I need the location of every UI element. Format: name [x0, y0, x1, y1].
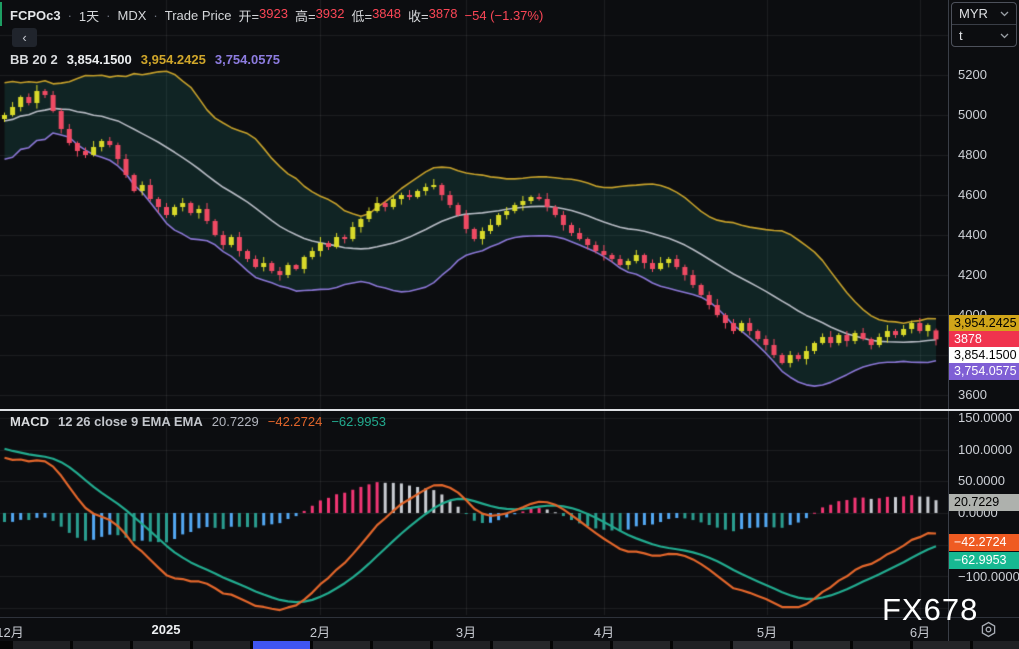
ohlc-high: 高= 3932 — [294, 6, 345, 24]
trading-chart-app: FCPOc3 · 1天 · MDX · Trade Price 开= 3923 高… — [0, 0, 1019, 649]
separator-dot: · — [106, 8, 111, 23]
bb-upper-tag: 3,954.2425 — [949, 315, 1019, 332]
fx678-watermark: FX678 — [882, 592, 979, 627]
series-type-label: Trade Price — [164, 8, 232, 23]
taskbar-segment[interactable] — [133, 641, 190, 649]
axis-tick-label: 5000 — [958, 107, 987, 122]
time-axis-label: 3月 — [455, 625, 477, 640]
pane-separator[interactable] — [0, 409, 1019, 411]
macd-hist-tag: 20.7229 — [949, 494, 1019, 511]
taskbar-segment[interactable] — [553, 641, 610, 649]
axis-settings-gear-icon[interactable] — [980, 621, 997, 638]
macd-hist-value: 20.7229 — [211, 414, 259, 429]
macd-signal-tag: −62.9953 — [949, 552, 1019, 569]
bottom-edge-strip — [0, 641, 1019, 649]
taskbar-segment[interactable] — [493, 641, 550, 649]
axis-unit-widget: MYR t — [951, 2, 1017, 47]
taskbar-segment[interactable] — [13, 641, 70, 649]
taskbar-segment[interactable] — [913, 641, 970, 649]
change-value: −54 (−1.37%) — [464, 8, 544, 23]
axis-tick-label: 4400 — [958, 227, 987, 242]
macd-label[interactable]: MACD — [10, 414, 49, 429]
taskbar-segment[interactable] — [373, 641, 430, 649]
taskbar-segment[interactable] — [613, 641, 670, 649]
chevron-down-icon — [1000, 11, 1009, 16]
macd-line-tag: −42.2724 — [949, 534, 1019, 551]
symbol-legend: FCPOc3 · 1天 · MDX · Trade Price 开= 3923 高… — [10, 6, 543, 25]
back-button[interactable]: ‹ — [12, 28, 37, 47]
axis-tick-label: 5200 — [958, 67, 987, 82]
taskbar-segment[interactable] — [793, 641, 850, 649]
time-axis-label: 4月 — [593, 625, 615, 640]
chart-canvas[interactable] — [0, 0, 948, 617]
taskbar-segment[interactable] — [673, 641, 730, 649]
time-axis[interactable]: 12月20252月3月4月5月6月 — [0, 617, 948, 642]
taskbar-segment[interactable] — [853, 641, 910, 649]
macd-signal-value: −62.9953 — [331, 414, 386, 429]
bb-label[interactable]: BB 20 2 — [10, 52, 58, 67]
axis-tick-label: 100.0000 — [958, 442, 1013, 457]
bb-indicator-legend: BB 20 2 3,854.1500 3,954.2425 3,754.0575 — [10, 52, 280, 67]
macd-line-value: −42.2724 — [267, 414, 323, 429]
time-axis-label: 5月 — [756, 625, 778, 640]
taskbar-segment[interactable] — [433, 641, 490, 649]
bb-lower-tag: 3,754.0575 — [949, 363, 1019, 380]
currency-selector[interactable]: MYR — [952, 3, 1016, 24]
taskbar-segment[interactable] — [733, 641, 790, 649]
ohlc-open: 开= 3923 — [238, 6, 288, 24]
time-axis-label: 12月 — [0, 625, 24, 640]
ohlc-low: 低= 3848 — [351, 6, 401, 24]
bb-basis-tag: 3,854.1500 — [949, 347, 1019, 364]
bb-upper-value: 3,954.2425 — [140, 52, 206, 67]
price-axis[interactable]: 520050004800460044004200400038003600150.… — [948, 0, 1019, 617]
unit-value: t — [959, 28, 963, 43]
axis-tick-label: 50.0000 — [958, 473, 1005, 488]
axis-tick-label: 4600 — [958, 187, 987, 202]
exchange-label: MDX — [117, 8, 147, 23]
unit-selector[interactable]: t — [952, 25, 1016, 46]
macd-params: 12 26 close 9 EMA EMA — [58, 414, 203, 429]
time-axis-label: 2月 — [309, 625, 331, 640]
separator-dot: · — [153, 8, 158, 23]
chevron-left-icon: ‹ — [22, 29, 27, 45]
ohlc-close: 收= 3878 — [408, 6, 458, 24]
axis-tick-label: 3600 — [958, 387, 987, 402]
axis-tick-label: −100.0000 — [958, 569, 1019, 584]
last-price-tag: 3878 — [949, 331, 1019, 348]
macd-indicator-legend: MACD 12 26 close 9 EMA EMA 20.7229 −42.2… — [10, 414, 386, 429]
bb-lower-value: 3,754.0575 — [214, 52, 280, 67]
taskbar-segment[interactable] — [313, 641, 370, 649]
time-axis-label: 2025 — [151, 622, 181, 637]
axis-tick-label: 150.0000 — [958, 410, 1013, 425]
axis-tick-label: 4800 — [958, 147, 987, 162]
taskbar-segment[interactable] — [973, 641, 1019, 649]
separator-dot: · — [67, 8, 72, 23]
interval-button[interactable]: 1天 — [79, 6, 99, 25]
bb-basis-value: 3,854.1500 — [66, 52, 132, 67]
symbol-button[interactable]: FCPOc3 — [10, 8, 61, 23]
currency-value: MYR — [959, 6, 988, 21]
axis-tick-label: 4200 — [958, 267, 987, 282]
taskbar-segment[interactable] — [73, 641, 130, 649]
taskbar-segment[interactable] — [193, 641, 250, 649]
screen-edge-artifact — [0, 2, 2, 26]
taskbar-segment[interactable] — [253, 641, 310, 649]
chevron-down-icon — [1000, 33, 1009, 38]
